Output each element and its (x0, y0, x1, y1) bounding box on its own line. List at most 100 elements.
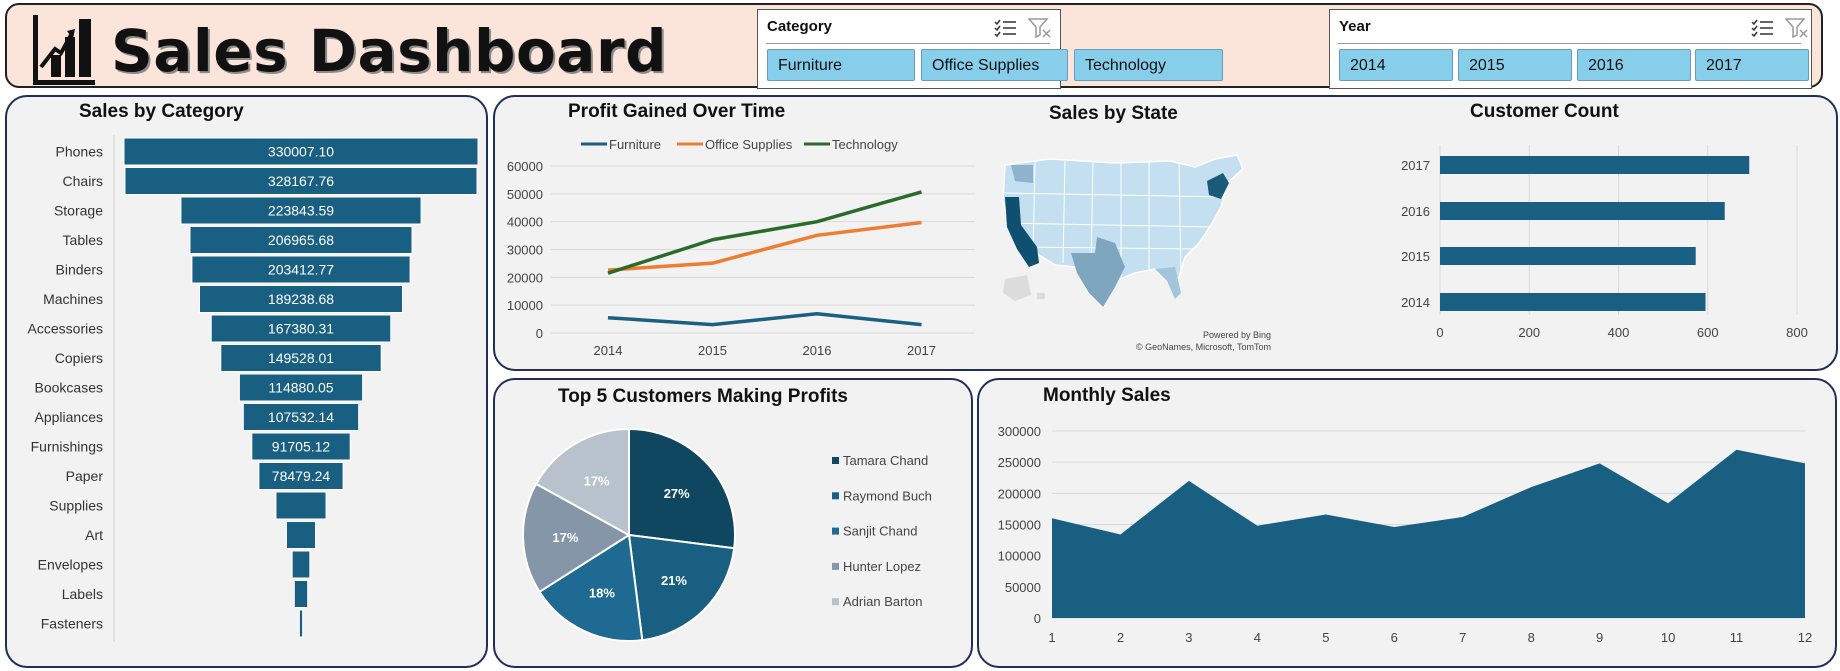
y-tick-label: 0 (536, 326, 543, 341)
state-hawaii (1037, 293, 1045, 299)
x-tick-label: 4 (1254, 630, 1261, 645)
x-tick-label: 8 (1528, 630, 1535, 645)
x-tick-label: 2 (1117, 630, 1124, 645)
y-tick-label: 0 (1034, 611, 1041, 626)
y-tick-label: 2017 (1401, 158, 1430, 173)
legend-label: Furniture (609, 137, 661, 152)
legend-swatch (832, 527, 839, 535)
y-tick-label: 2016 (1401, 204, 1430, 219)
x-tick-label: 400 (1608, 325, 1630, 340)
slicer-chip-office-supplies[interactable]: Office Supplies (921, 49, 1068, 81)
y-tick-label: 40000 (507, 215, 543, 230)
category-value-label: 189238.68 (268, 291, 334, 307)
y-tick-label: 100000 (998, 549, 1041, 564)
customer-count-bar (1440, 293, 1706, 311)
legend-label: Adrian Barton (843, 594, 923, 609)
profit-series-line (607, 312, 922, 327)
pie-slice-label: 17% (552, 530, 578, 545)
us-map-shape (1002, 154, 1244, 309)
category-bar (293, 580, 309, 608)
dashboard-title: Sales Dashboard (111, 17, 668, 85)
category-value-label: 107532.14 (268, 409, 334, 425)
category-label: Machines (43, 291, 103, 307)
sales-by-category-chart: Phones 330007.10 Chairs 328167.76 Storage 223… (28, 135, 479, 642)
category-label: Storage (54, 203, 103, 219)
x-tick-label: 3 (1185, 630, 1192, 645)
y-tick-label: 2015 (1401, 249, 1430, 264)
x-tick-label: 0 (1436, 325, 1443, 340)
sales-by-category-panel: Sales by Category Phones 330007.10 Chairs 3… (5, 95, 488, 668)
x-tick-label: 5 (1322, 630, 1329, 645)
clear-filter-icon[interactable] (1028, 18, 1052, 38)
y-tick-label: 50000 (1005, 580, 1041, 595)
y-tick-label: 250000 (998, 455, 1041, 470)
legend-label: Hunter Lopez (843, 559, 921, 574)
x-tick-label: 800 (1786, 325, 1808, 340)
category-value-label: 206965.68 (268, 232, 334, 248)
category-value-label: 167380.31 (268, 321, 334, 337)
monthly-sales-chart: 0 50000 100000 150000 200000 250000 300000 1 2 3 4… (998, 424, 1813, 645)
legend-swatch (832, 457, 839, 464)
category-label: Fasteners (41, 616, 103, 632)
slicer-chip-2015[interactable]: 2015 (1458, 49, 1572, 81)
category-label: Supplies (49, 498, 103, 514)
category-label: Labels (62, 586, 103, 602)
monthly-sales-area (1052, 449, 1805, 618)
overview-panel: Profit Gained Over Time Sales by State C… (493, 95, 1838, 371)
x-tick-label: 6 (1391, 630, 1398, 645)
x-tick-label: 9 (1596, 630, 1603, 645)
y-tick-label: 60000 (507, 159, 543, 174)
y-tick-label: 20000 (507, 270, 543, 285)
slicer-chip-2017[interactable]: 2017 (1695, 49, 1809, 81)
profit-over-time-chart: 0 10000 20000 30000 40000 50000 60000 2014 2015 2… (507, 137, 975, 358)
legend-label: Office Supplies (705, 137, 793, 152)
category-value-label: 328167.76 (268, 173, 334, 189)
map-credit-geonames: © GeoNames, Microsoft, TomTom (1136, 342, 1271, 352)
category-label: Furnishings (31, 439, 103, 455)
y-tick-label: 300000 (998, 424, 1041, 439)
category-label: Art (85, 527, 103, 543)
category-label: Copiers (55, 350, 103, 366)
slicer-chip-furniture[interactable]: Furniture (767, 49, 915, 81)
slicer-chip-2014[interactable]: 2014 (1339, 49, 1453, 81)
category-value-label: 78479.24 (272, 468, 331, 484)
x-tick-label: 2014 (594, 343, 623, 358)
x-tick-label: 2016 (803, 343, 832, 358)
year-slicer-title: Year (1339, 18, 1371, 35)
category-value-label: 91705.12 (272, 439, 331, 455)
category-bar (285, 521, 317, 549)
category-value-label: 149528.01 (268, 350, 334, 366)
x-tick-label: 1 (1048, 630, 1055, 645)
profit-series-line (607, 190, 922, 275)
category-value-label: 114880.05 (268, 380, 333, 396)
sales-by-state-map: Series1457687.68919.91Powered by Bing© G… (1002, 154, 1271, 352)
y-tick-label: 50000 (507, 187, 543, 202)
pie-slice-label: 18% (589, 586, 615, 601)
y-tick-label: 10000 (507, 298, 543, 313)
y-tick-label: 150000 (998, 518, 1041, 533)
legend-swatch (832, 598, 839, 606)
category-value-label: 203412.77 (268, 262, 334, 278)
y-tick-label: 30000 (507, 243, 543, 258)
slicer-chip-technology[interactable]: Technology (1074, 49, 1223, 81)
clear-filter-icon[interactable] (1785, 18, 1809, 38)
pie-slice-label: 17% (584, 473, 610, 488)
top5-customers-pie: 27% 21% 18% 17% 17% Tamara Chand Raymond Buch S… (522, 427, 932, 642)
dashboard-header: Sales Dashboard Category Furniture Offic… (5, 3, 1823, 89)
multi-select-icon[interactable] (994, 18, 1018, 38)
y-tick-label: 200000 (998, 486, 1041, 501)
x-tick-label: 10 (1661, 630, 1675, 645)
chart-logo-icon (33, 15, 95, 85)
multi-select-icon[interactable] (1751, 18, 1775, 38)
category-label: Chairs (63, 173, 103, 189)
year-slicer: Year 2014 2015 2016 2017 (1329, 9, 1812, 89)
customer-count-bar (1440, 156, 1750, 174)
monthly-sales-panel: Monthly Sales 0 50000 100000 150000 200000 25… (977, 378, 1837, 668)
slicer-chip-2016[interactable]: 2016 (1577, 49, 1691, 81)
legend-label: Raymond Buch (843, 488, 932, 503)
pie-slice-label: 27% (664, 486, 690, 501)
customer-count-bar (1440, 202, 1725, 220)
category-bar (291, 550, 311, 579)
category-label: Appliances (35, 409, 104, 425)
customer-count-chart: 0 200 400 600 800 2017 2016 2015 2014 (1401, 145, 1808, 340)
